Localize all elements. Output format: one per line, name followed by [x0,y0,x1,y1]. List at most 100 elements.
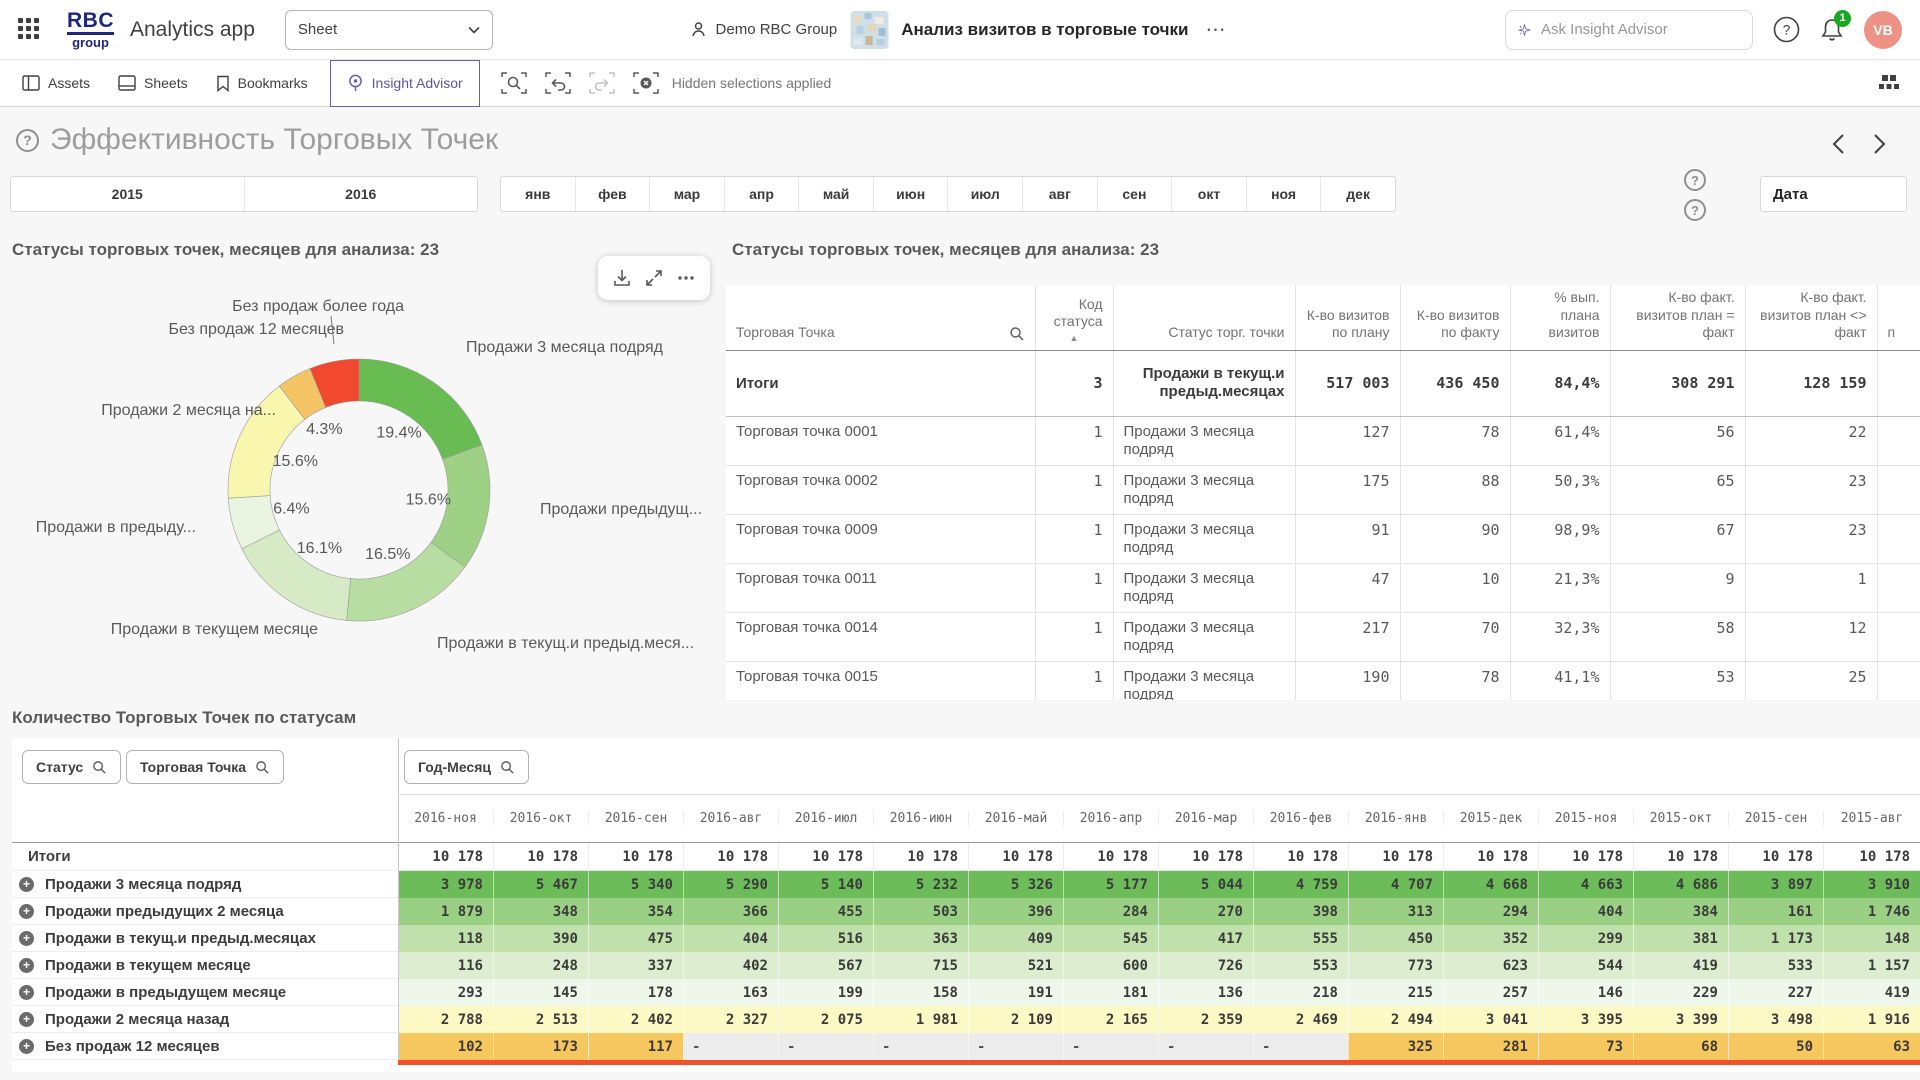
column-header-plan-visits[interactable]: К-во визитов по плану [1295,285,1400,350]
pivot-column-2015-сен[interactable]: 2015-сен [1728,811,1823,826]
pivot-row-3-label[interactable]: +Продажи в текущ.и предыд.месяцах [12,925,398,952]
cell-status[interactable]: Продажи 3 месяца подряд [1113,612,1295,661]
year-filter-cell-2016[interactable]: 2016 [244,177,478,211]
pivot-row-5-label[interactable]: +Продажи в предыдущем месяце [12,979,398,1006]
pivot-row-6-label[interactable]: +Продажи 2 месяца назад [12,1006,398,1033]
pivot-column-2016-май[interactable]: 2016-май [968,811,1063,826]
column-header-neq[interactable]: К-во факт. визитов план <> факт [1745,285,1877,350]
more-options-icon[interactable] [676,268,696,288]
smart-search-icon[interactable] [500,70,528,96]
pivot-column-2016-фев[interactable]: 2016-фев [1253,811,1348,826]
month-filter-cell-ноя[interactable]: ноя [1246,177,1321,211]
pivot-row-4-label[interactable]: +Продажи в текущем месяце [12,952,398,979]
column-header-status[interactable]: Статус торг. точки [1113,285,1295,350]
pivot-dim-status-button[interactable]: Статус [22,750,121,784]
month-filter-cell-май[interactable]: май [798,177,873,211]
cell-status[interactable]: Продажи 3 месяца подряд [1113,465,1295,514]
cell-trade-point[interactable]: Торговая точка 0014 [726,612,1035,661]
sheets-tab[interactable]: Sheets [104,60,202,106]
donut-segment-1[interactable] [359,359,482,459]
pivot-row-1-label[interactable]: +Продажи 3 месяца подряд [12,871,398,898]
month-filter-cell-мар[interactable]: мар [649,177,724,211]
cell-trade-point[interactable]: Торговая точка 0015 [726,661,1035,700]
month-filter-cell-сен[interactable]: сен [1097,177,1172,211]
bookmarks-tab[interactable]: Bookmarks [202,60,322,106]
column-header-pct-plan[interactable]: % вып. плана визитов [1510,285,1610,350]
pivot-column-2016-авг[interactable]: 2016-авг [683,811,778,826]
column-header-fact-visits[interactable]: К-во визитов по факту [1400,285,1510,350]
cell-trade-point[interactable]: Торговая точка 0009 [726,514,1035,563]
pivot-column-2016-июл[interactable]: 2016-июл [778,811,873,826]
month-filter-cell-авг[interactable]: авг [1022,177,1097,211]
expand-icon[interactable]: + [19,904,34,919]
month-filter-cell-июл[interactable]: июл [947,177,1022,211]
space-selector[interactable]: Demo RBC Group [690,21,838,39]
pivot-column-2015-окт[interactable]: 2015-окт [1633,811,1728,826]
cell-status-code[interactable]: 1 [1035,563,1113,612]
column-header-trade-point[interactable]: Торговая Точка [726,285,1035,350]
pivot-column-2016-ноя[interactable]: 2016-ноя [398,811,493,826]
help-icon[interactable]: ? [1773,16,1800,43]
ask-insight-advisor-input[interactable] [1541,21,1740,38]
cell-status-code[interactable]: 1 [1035,661,1113,700]
fullscreen-icon[interactable] [644,268,664,288]
month-filter-cell-фев[interactable]: фев [575,177,650,211]
cell-status-code[interactable]: 1 [1035,514,1113,563]
cell-status-code[interactable]: 1 [1035,612,1113,661]
column-header-eq[interactable]: К-во факт. визитов план = факт [1610,285,1745,350]
undo-selection-icon[interactable] [544,70,572,96]
search-icon[interactable] [1009,326,1025,342]
ask-insight-advisor-box[interactable] [1505,10,1753,50]
expand-icon[interactable]: + [19,931,34,946]
pivot-column-2016-окт[interactable]: 2016-окт [493,811,588,826]
next-sheet-icon[interactable] [1873,133,1886,155]
cell-trade-point[interactable]: Торговая точка 0001 [726,416,1035,465]
pivot-column-2016-янв[interactable]: 2016-янв [1348,811,1443,826]
month-filter-cell-июн[interactable]: июн [873,177,948,211]
year-filter-cell-2015[interactable]: 2015 [11,177,244,211]
pivot-column-2016-мар[interactable]: 2016-мар [1158,811,1253,826]
expand-icon[interactable]: + [19,958,34,973]
cell-status[interactable]: Продажи 3 месяца подряд [1113,416,1295,465]
redo-selection-icon[interactable] [588,70,616,96]
pivot-column-2015-ноя[interactable]: 2015-ноя [1538,811,1633,826]
avatar[interactable]: VB [1864,11,1902,49]
month-filter-cell-апр[interactable]: апр [724,177,799,211]
cell-status-code[interactable]: 1 [1035,416,1113,465]
sheet-selector-dropdown[interactable]: Sheet [285,10,493,50]
sheet-help-icon[interactable]: ? [16,129,39,152]
cell-status[interactable]: Продажи 3 месяца подряд [1113,563,1295,612]
insight-advisor-button[interactable]: Insight Advisor [330,60,480,107]
filter-help-icon[interactable]: ? [1684,169,1706,191]
assets-tab[interactable]: Assets [8,60,104,106]
expand-icon[interactable]: + [19,1012,34,1027]
pivot-totals-row-label[interactable]: Итоги [12,843,398,871]
pivot-column-2015-авг[interactable]: 2015-авг [1823,811,1920,826]
pivot-dim-year-month-button[interactable]: Год-Месяц [404,750,529,784]
cell-trade-point[interactable]: Торговая точка 0002 [726,465,1035,514]
pivot-column-2016-июн[interactable]: 2016-июн [873,811,968,826]
cell-status[interactable]: Продажи 3 месяца подряд [1113,661,1295,700]
prev-sheet-icon[interactable] [1832,133,1845,155]
month-filter-cell-дек[interactable]: дек [1320,177,1395,211]
document-more-menu[interactable]: ⋯ [1201,17,1230,42]
clear-selections-icon[interactable] [632,70,660,96]
notifications-button[interactable]: 1 [1820,17,1844,43]
pivot-dim-trade-point-button[interactable]: Торговая Точка [126,750,284,784]
column-header-status-code[interactable]: Код статуса ▲ [1035,285,1113,350]
download-icon[interactable] [612,268,632,288]
pivot-row-2-label[interactable]: +Продажи предыдущих 2 месяца [12,898,398,925]
month-filter-cell-янв[interactable]: янв [501,177,575,211]
cell-trade-point[interactable]: Торговая точка 0011 [726,563,1035,612]
cell-status[interactable]: Продажи 3 месяца подряд [1113,514,1295,563]
pivot-row-7-label[interactable]: +Без продаж 12 месяцев [12,1033,398,1060]
sheet-layout-icon[interactable] [1878,74,1900,92]
cell-status-code[interactable]: 1 [1035,465,1113,514]
expand-icon[interactable]: + [19,985,34,1000]
pivot-column-2016-сен[interactable]: 2016-сен [588,811,683,826]
date-filter[interactable]: Дата [1760,176,1907,212]
pivot-column-2015-дек[interactable]: 2015-дек [1443,811,1538,826]
expand-icon[interactable]: + [19,1039,34,1054]
app-launcher-grid-icon[interactable] [18,18,41,41]
pivot-column-2016-апр[interactable]: 2016-апр [1063,811,1158,826]
